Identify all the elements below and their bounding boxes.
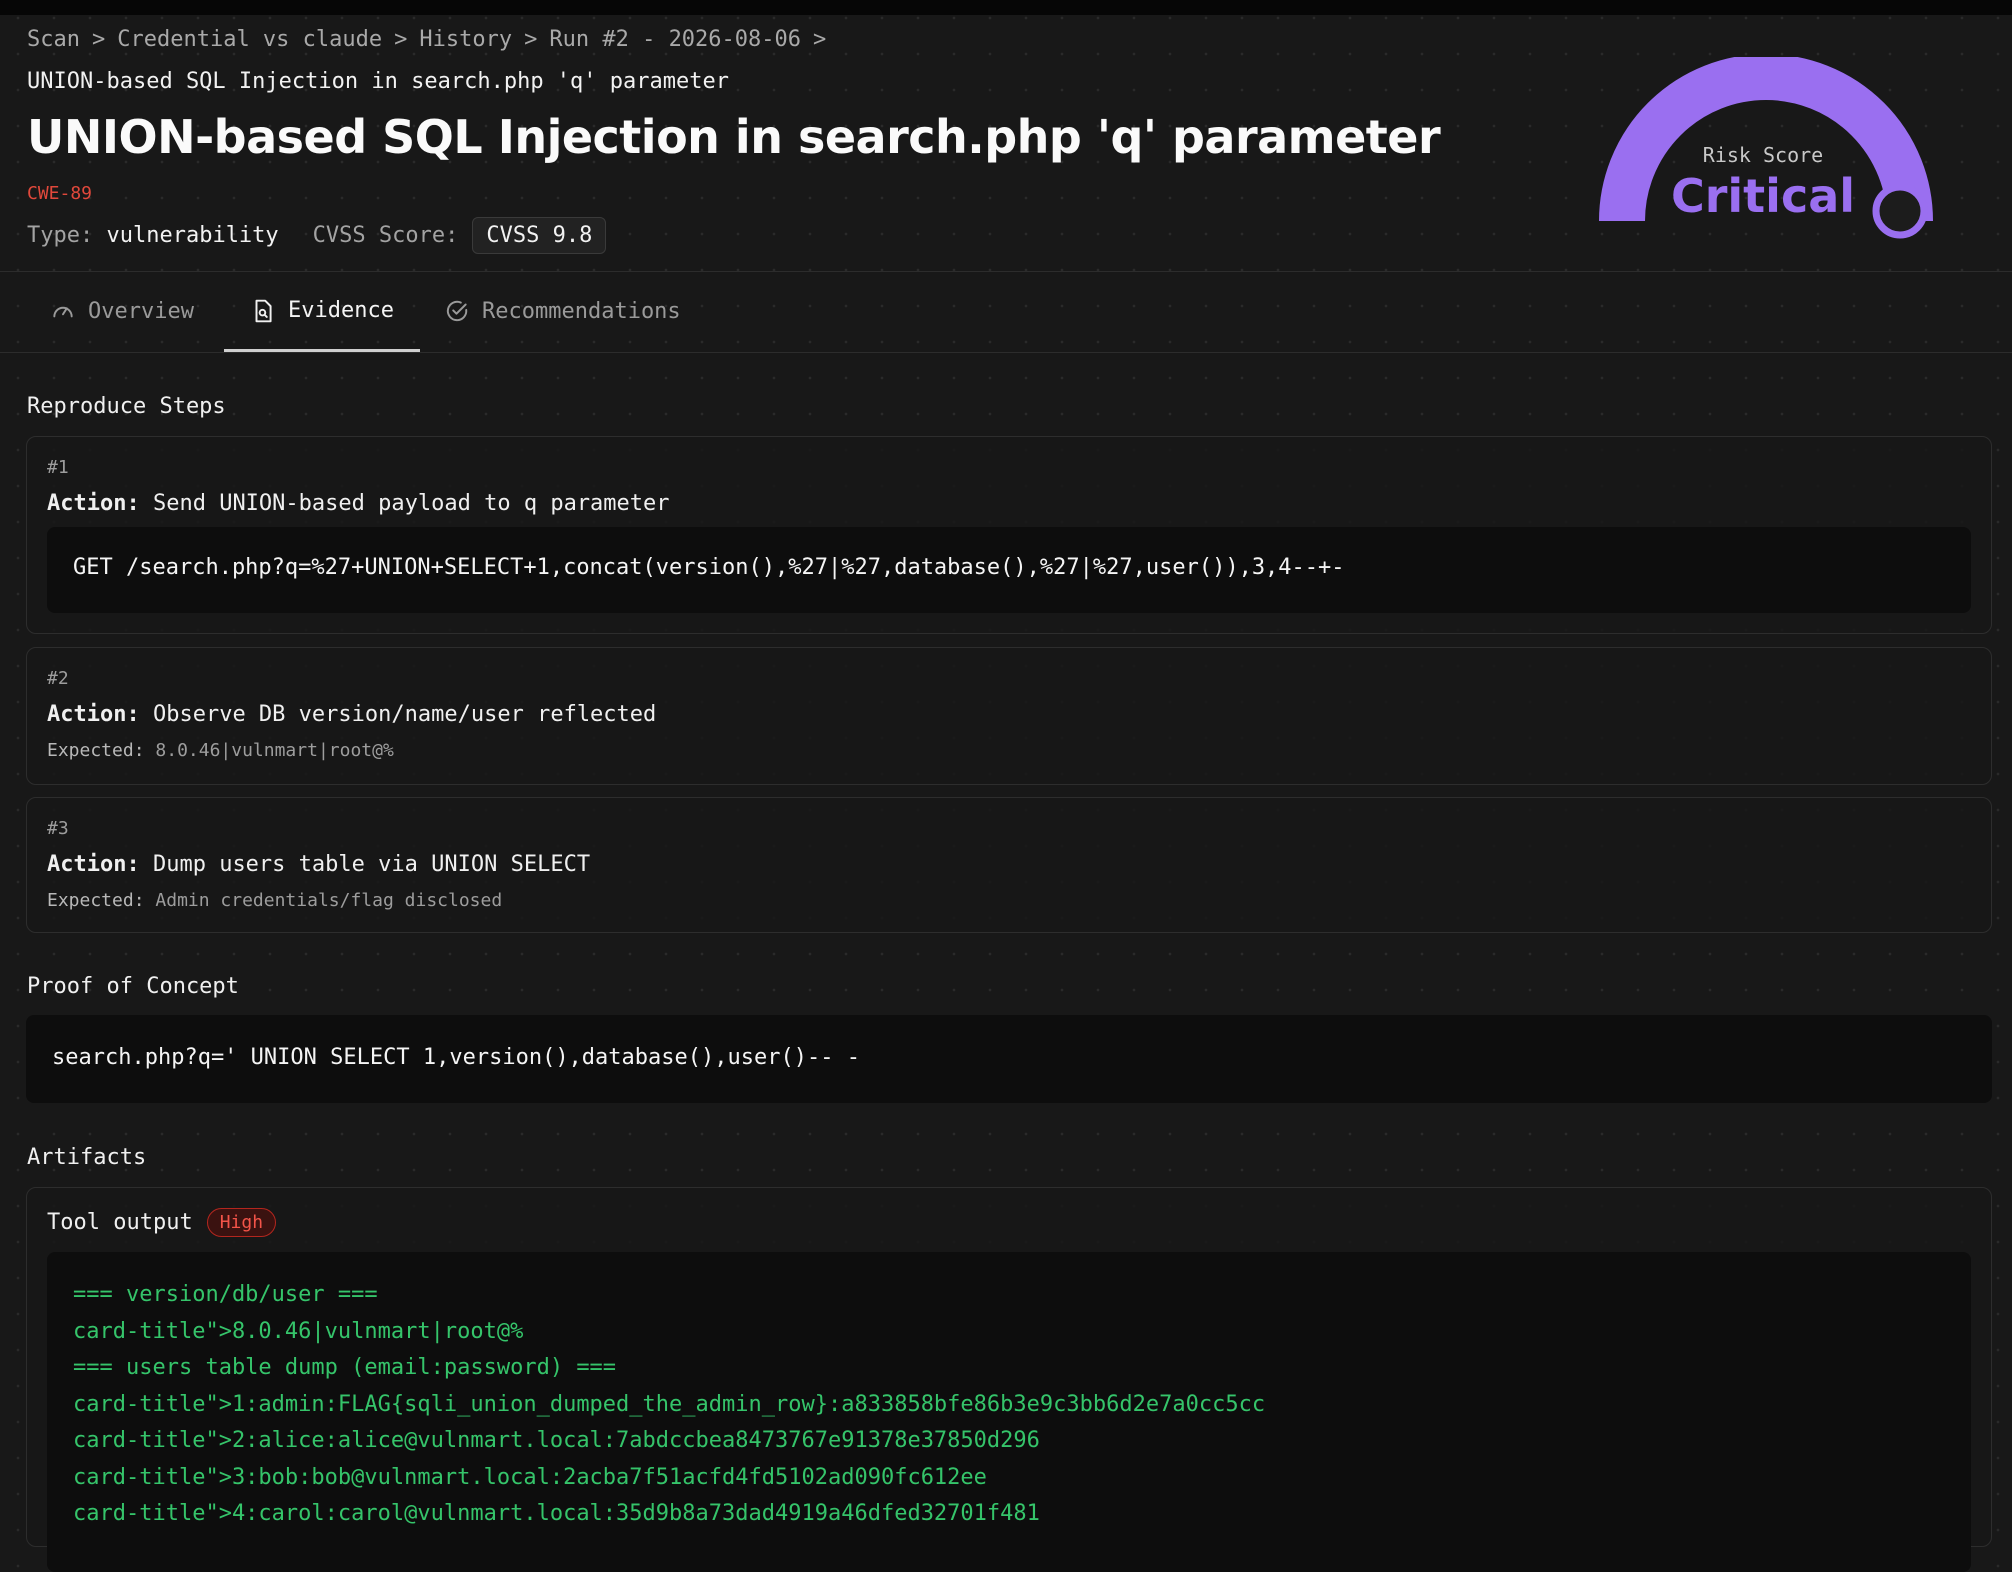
action-label: Action: — [47, 702, 140, 727]
risk-score-label: Risk Score — [1702, 143, 1824, 167]
action-label: Action: — [47, 491, 140, 516]
artifact-card: Tool output High === version/db/user ===… — [26, 1187, 1992, 1572]
step-action: Action: Send UNION-based payload to q pa… — [47, 491, 670, 516]
breadcrumb-separator: > — [394, 27, 408, 52]
tab-label: Overview — [88, 298, 194, 324]
action-text: Observe DB version/name/user reflected — [152, 702, 657, 727]
breadcrumb: Scan > Credential vs claude > History > Run #2… — [27, 27, 838, 52]
proof-of-concept-title: Proof of Concept — [27, 974, 239, 999]
action-label: Action: — [47, 852, 140, 877]
breadcrumb-item-target[interactable]: Credential vs claude — [117, 27, 382, 52]
tool-output-line: card-title">3:bob:bob@vulnmart.local:2ac… — [73, 1465, 987, 1490]
page-title: UNION-based SQL Injection in search.php … — [27, 110, 1441, 164]
artifact-header: Tool output High — [47, 1208, 277, 1237]
reproduce-step: #3 Action: Dump users table via UNION SE… — [26, 797, 1992, 933]
poc-code[interactable]: search.php?q=' UNION SELECT 1,version(),… — [26, 1015, 1992, 1103]
risk-score-value: Critical — [1670, 169, 1856, 223]
action-text: Dump users table via UNION SELECT — [152, 852, 591, 877]
type-value: vulnerability — [106, 223, 279, 248]
gauge-icon — [53, 306, 73, 318]
step-expected: Expected: Admin credentials/flag disclos… — [47, 890, 502, 911]
type-label: Type: — [27, 223, 94, 248]
cwe-id[interactable]: CWE-89 — [27, 183, 92, 204]
expected-text: 8.0.46|vulnmart|root@% — [155, 740, 394, 761]
tab-overview[interactable]: Overview — [50, 272, 194, 350]
tool-output-line: === users table dump (email:password) ==… — [73, 1355, 617, 1380]
breadcrumb-item-scan[interactable]: Scan — [27, 27, 80, 52]
tool-output-line: card-title">4:carol:carol@vulnmart.local… — [73, 1501, 1040, 1526]
reproduce-step: #1 Action: Send UNION-based payload to q… — [26, 436, 1992, 634]
finding-header: Scan > Credential vs claude > History > Run #2… — [0, 15, 2012, 272]
tab-recommendations[interactable]: Recommendations — [444, 272, 681, 350]
breadcrumb-item-run[interactable]: Run #2 - 2026-08-06 — [549, 27, 801, 52]
expected-text: Admin credentials/flag disclosed — [155, 890, 503, 911]
tab-label: Evidence — [288, 298, 394, 323]
cvss-badge: CVSS 9.8 — [472, 217, 607, 254]
step-request-code[interactable]: GET /search.php?q=%27+UNION+SELECT+1,con… — [47, 527, 1971, 613]
breadcrumb-item-history[interactable]: History — [419, 27, 512, 52]
tab-label: Recommendations — [482, 298, 681, 324]
reproduce-steps-title: Reproduce Steps — [27, 394, 226, 419]
step-action: Action: Observe DB version/name/user ref… — [47, 702, 656, 727]
file-search-icon — [255, 299, 272, 322]
severity-badge: High — [206, 1208, 277, 1237]
tool-output-line: === version/db/user === — [73, 1282, 378, 1307]
cvss-label: CVSS Score: — [312, 223, 459, 248]
artifact-title: Tool output — [47, 1210, 193, 1235]
step-action: Action: Dump users table via UNION SELEC… — [47, 852, 590, 877]
tool-output-line: card-title">1:admin:FLAG{sqli_union_dump… — [73, 1392, 1266, 1417]
breadcrumb-separator: > — [91, 27, 106, 52]
expected-label: Expected: — [47, 890, 145, 911]
tool-output-line: card-title">2:alice:alice@vulnmart.local… — [73, 1428, 1040, 1453]
tool-output-line: card-title">8.0.46|vulnmart|root@% — [73, 1319, 524, 1344]
breadcrumb-separator: > — [813, 27, 827, 52]
reproduce-step: #2 Action: Observe DB version/name/user … — [26, 647, 1992, 785]
window-top-bar — [0, 0, 2012, 15]
check-circle-icon — [446, 300, 468, 322]
expected-label: Expected: — [47, 740, 145, 761]
step-number: #2 — [47, 668, 69, 689]
step-number: #3 — [47, 818, 69, 839]
breadcrumb-separator: > — [524, 27, 538, 52]
tab-bar: Overview Evidence Recommendations — [0, 272, 2012, 353]
tool-output[interactable]: === version/db/user === card-title">8.0.… — [47, 1252, 1971, 1572]
risk-gauge: Risk Score Critical — [1598, 57, 1934, 247]
finding-meta: Type: vulnerability CVSS Score: CVSS 9.8 — [27, 217, 607, 254]
artifacts-title: Artifacts — [27, 1145, 147, 1170]
finding-subtitle: UNION-based SQL Injection in search.php … — [27, 69, 729, 94]
action-text: Send UNION-based payload to q parameter — [152, 491, 670, 516]
step-number: #1 — [47, 457, 69, 478]
step-expected: Expected: 8.0.46|vulnmart|root@% — [47, 740, 394, 761]
tab-evidence[interactable]: Evidence — [224, 272, 420, 352]
